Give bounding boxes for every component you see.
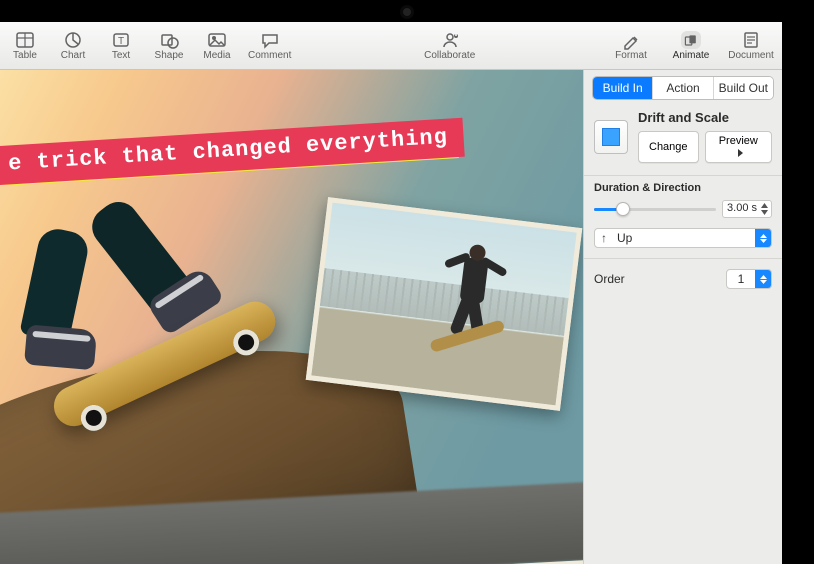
table-icon [15,31,35,49]
animate-button[interactable]: Animate [668,31,714,61]
dropdown-icon [755,229,771,247]
effect-thumbnail [594,120,628,154]
format-button[interactable]: Format [608,31,654,61]
app-window: Table Chart T Text Shape Media [0,22,782,564]
toolbar-label: Text [112,50,130,61]
build-tabs: Build In Action Build Out [592,76,774,100]
toolbar-label: Document [728,50,774,61]
chart-button[interactable]: Chart [56,31,90,61]
toolbar-label: Collaborate [424,50,475,61]
toolbar-label: Chart [61,50,85,61]
toolbar-label: Comment [248,50,291,61]
toolbar-label: Table [13,50,37,61]
duration-value: 3.00 s [727,202,757,214]
media-button[interactable]: Media [200,31,234,61]
order-select[interactable]: 1 [726,269,772,289]
stepper-up[interactable] [759,202,770,209]
animate-icon [681,31,701,49]
camera-dot [403,8,411,16]
preview-label: Preview [719,135,758,147]
effect-name: Drift and Scale [638,110,772,125]
arrow-up-icon: ↑ [595,231,613,245]
text-icon: T [111,31,131,49]
svg-text:T: T [118,36,124,47]
tab-build-in[interactable]: Build In [593,77,652,99]
direction-value: Up [613,231,755,245]
device-bezel: Table Chart T Text Shape Media [0,0,814,564]
duration-slider[interactable] [594,201,716,217]
duration-field[interactable]: 3.00 s [722,200,772,218]
chart-icon [63,31,83,49]
collaborate-icon [440,31,460,49]
slide-canvas[interactable]: e trick that changed everything [0,70,583,564]
inspector-panel: Build In Action Build Out Drift and Scal… [583,70,782,564]
duration-stepper[interactable] [759,202,770,216]
collaborate-button[interactable]: Collaborate [424,31,475,61]
toolbar-label: Animate [673,50,710,61]
tab-action[interactable]: Action [652,77,712,99]
toolbar: Table Chart T Text Shape Media [0,22,782,70]
shape-icon [159,31,179,49]
duration-direction-label: Duration & Direction [584,176,782,198]
toolbar-label: Media [203,50,230,61]
document-button[interactable]: Document [728,31,774,61]
comment-icon [260,31,280,49]
toolbar-label: Format [615,50,647,61]
table-button[interactable]: Table [8,31,42,61]
order-value: 1 [727,272,755,286]
selected-photo[interactable] [306,197,583,411]
direction-select[interactable]: ↑ Up [594,228,772,248]
text-button[interactable]: T Text [104,31,138,61]
change-button[interactable]: Change [638,131,699,163]
toolbar-right-group: Format Animate Document [608,31,774,61]
shape-button[interactable]: Shape [152,31,186,61]
stepper-down[interactable] [759,209,770,216]
preview-button[interactable]: Preview [705,131,772,163]
document-icon [741,31,761,49]
tab-build-out[interactable]: Build Out [713,77,773,99]
comment-button[interactable]: Comment [248,31,291,61]
selection-handles[interactable] [308,199,580,408]
play-icon [738,149,743,157]
effect-row: Drift and Scale Change Preview [584,110,782,173]
dropdown-icon [755,270,771,288]
toolbar-left-group: Table Chart T Text Shape Media [8,31,291,61]
format-icon [621,31,641,49]
toolbar-label: Shape [155,50,184,61]
media-icon [207,31,227,49]
order-label: Order [594,272,625,286]
